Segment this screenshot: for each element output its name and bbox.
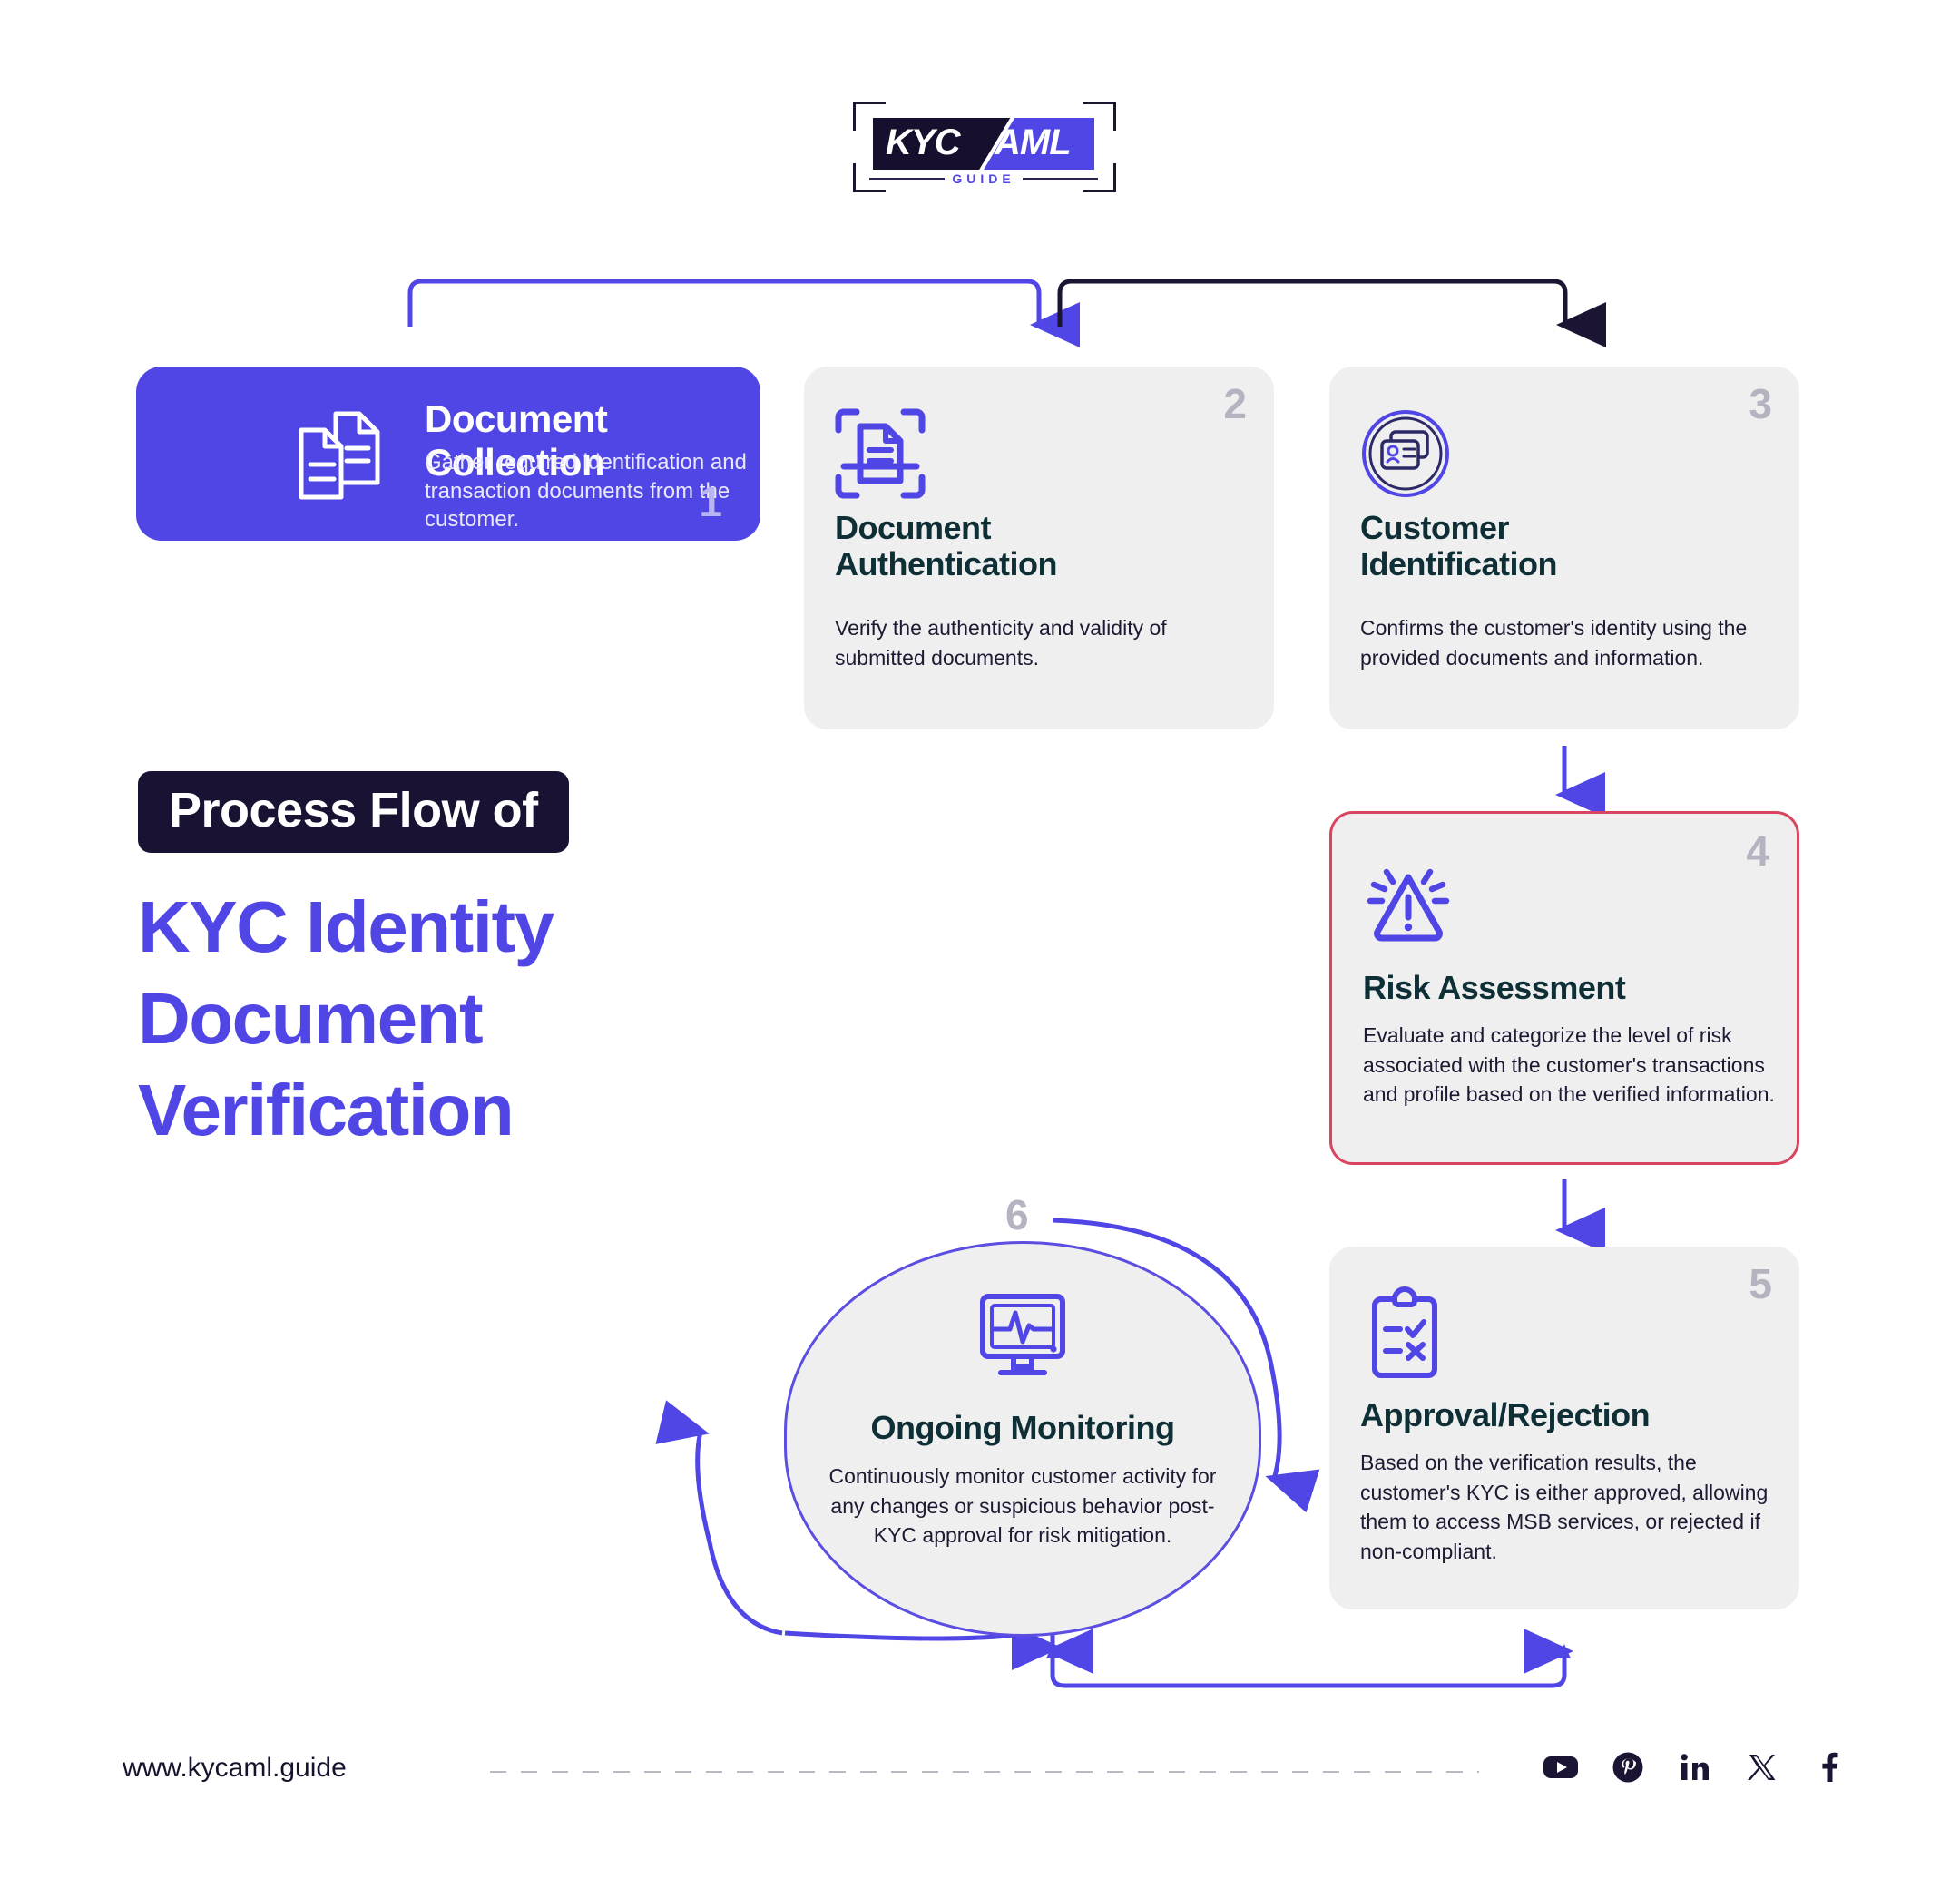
step-card-1-number: 1	[699, 478, 722, 525]
eyebrow-pill: Process Flow of	[138, 771, 569, 853]
step-card-2-title: Document Authentication	[835, 509, 1057, 583]
step-card-4-title: Risk Assessment	[1363, 969, 1626, 1006]
step-card-3-description: Confirms the customer's identity using t…	[1360, 616, 1748, 670]
step-card-4-description: Evaluate and categorize the level of ris…	[1363, 1023, 1775, 1107]
pinterest-icon[interactable]	[1610, 1749, 1646, 1785]
step-card-5-number: 5	[1749, 1260, 1772, 1307]
step-card-6-number: 6	[1005, 1191, 1029, 1238]
step-card-6-description: Continuously monitor customer activity f…	[828, 1464, 1217, 1548]
step-card-4-number: 4	[1746, 827, 1769, 875]
step-card-2[interactable]: 2 Document Authentication Verify the aut…	[804, 367, 1274, 729]
youtube-icon[interactable]	[1543, 1749, 1579, 1785]
step-card-1[interactable]: Document Collection Gather required iden…	[136, 367, 760, 541]
step-card-1-description: Gather required identification and trans…	[425, 450, 747, 533]
document-scan-icon	[835, 408, 926, 499]
step-card-6[interactable]: Ongoing Monitoring Continuously monitor …	[784, 1241, 1261, 1637]
arrowhead-up-left	[1046, 1644, 1059, 1658]
warning-triangle-icon	[1363, 856, 1454, 946]
step-card-5-description: Based on the verification results, the c…	[1360, 1451, 1769, 1563]
step-card-6-title: Ongoing Monitoring	[870, 1409, 1175, 1446]
linkedin-icon[interactable]	[1677, 1749, 1713, 1785]
x-twitter-icon[interactable]	[1744, 1749, 1780, 1785]
step-card-3-number: 3	[1749, 380, 1772, 427]
step-card-4[interactable]: 4 Risk Assessment Evaluate and categoriz…	[1329, 811, 1799, 1165]
step-card-2-number: 2	[1223, 380, 1247, 427]
step-card-3[interactable]: 3 Customer Identification Confirms the c…	[1329, 367, 1799, 729]
page-title: KYC Identity Document Verification	[138, 886, 554, 1150]
footer-dashed-divider	[490, 1771, 1479, 1773]
documents-icon	[296, 408, 383, 503]
footer-social-links	[1543, 1749, 1847, 1785]
step-card-5[interactable]: 5 Approval/Rejection Based on the verifi…	[1329, 1247, 1799, 1609]
step-card-5-title: Approval/Rejection	[1360, 1396, 1651, 1433]
infographic-canvas: KYC AML GUIDE Document Collection Gather…	[0, 0, 1960, 1878]
step-card-2-description: Verify the authenticity and validity of …	[835, 616, 1167, 670]
monitor-pulse-icon	[974, 1289, 1072, 1384]
facebook-icon[interactable]	[1811, 1749, 1847, 1785]
step-card-3-title: Customer Identification	[1360, 509, 1558, 583]
footer-website-url[interactable]: www.kycaml.guide	[122, 1753, 347, 1784]
clipboard-check-x-icon	[1360, 1286, 1451, 1379]
id-card-circle-icon	[1360, 408, 1451, 499]
arrowhead-up-right	[1558, 1644, 1571, 1658]
